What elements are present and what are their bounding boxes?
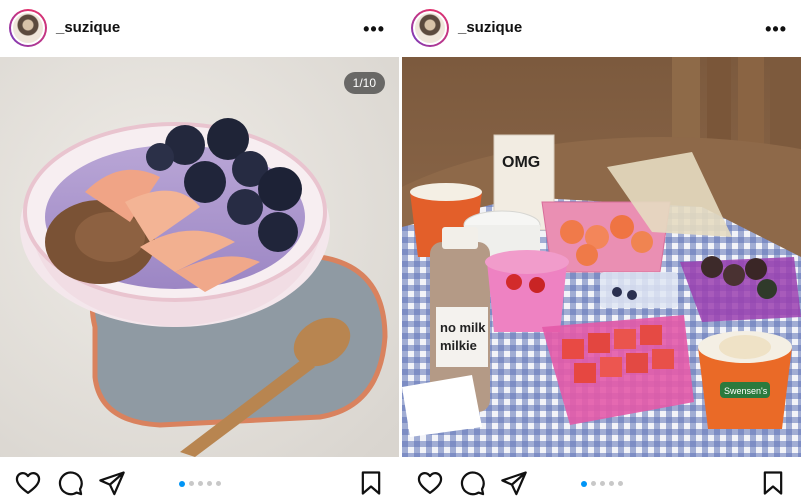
carousel-dot — [590, 481, 596, 486]
carousel-dot — [206, 481, 212, 486]
username-link[interactable]: _suzique — [458, 19, 522, 36]
carousel-dot — [617, 481, 623, 486]
carousel-dot — [599, 481, 605, 486]
carousel-dot — [197, 481, 203, 486]
bottle-label-line2: milkie — [440, 338, 477, 353]
comment-bubble-icon[interactable] — [56, 469, 84, 497]
post-header: _suzique ••• — [402, 0, 801, 57]
carousel-dot — [188, 481, 194, 486]
picnic-table-photo: OMG no milk milkie Swensen's — [402, 57, 801, 457]
carousel-dot — [580, 480, 587, 487]
carousel-dot — [215, 481, 221, 486]
more-options-button[interactable]: ••• — [363, 19, 385, 40]
heart-icon[interactable] — [416, 469, 444, 497]
paper-plane-icon[interactable] — [98, 469, 126, 497]
bookmark-icon[interactable] — [759, 469, 787, 497]
post-card: _suzique ••• — [0, 0, 399, 500]
paper-plane-icon[interactable] — [500, 469, 528, 497]
post-actions — [402, 465, 801, 500]
post-card: _suzique ••• — [402, 0, 801, 500]
username-link[interactable]: _suzique — [56, 19, 120, 36]
carousel-indicator — [178, 480, 221, 487]
carousel-dot — [178, 480, 185, 487]
bottle-label-line1: no milk — [440, 320, 486, 335]
carton-label: OMG — [502, 154, 540, 171]
cup-brand-label: Swensen's — [724, 386, 768, 396]
profile-avatar[interactable] — [9, 9, 47, 47]
post-image[interactable]: 1/10 — [0, 57, 399, 457]
more-options-button[interactable]: ••• — [765, 19, 787, 40]
profile-avatar[interactable] — [411, 9, 449, 47]
post-header: _suzique ••• — [0, 0, 399, 57]
post-actions — [0, 465, 399, 500]
carousel-counter: 1/10 — [343, 72, 385, 94]
carousel-dot — [608, 481, 614, 486]
comment-bubble-icon[interactable] — [458, 469, 486, 497]
bookmark-icon[interactable] — [357, 469, 385, 497]
heart-icon[interactable] — [14, 469, 42, 497]
post-image[interactable]: OMG no milk milkie Swensen's — [402, 57, 801, 457]
carousel-indicator — [580, 480, 623, 487]
smoothie-bowl-photo — [0, 57, 399, 457]
